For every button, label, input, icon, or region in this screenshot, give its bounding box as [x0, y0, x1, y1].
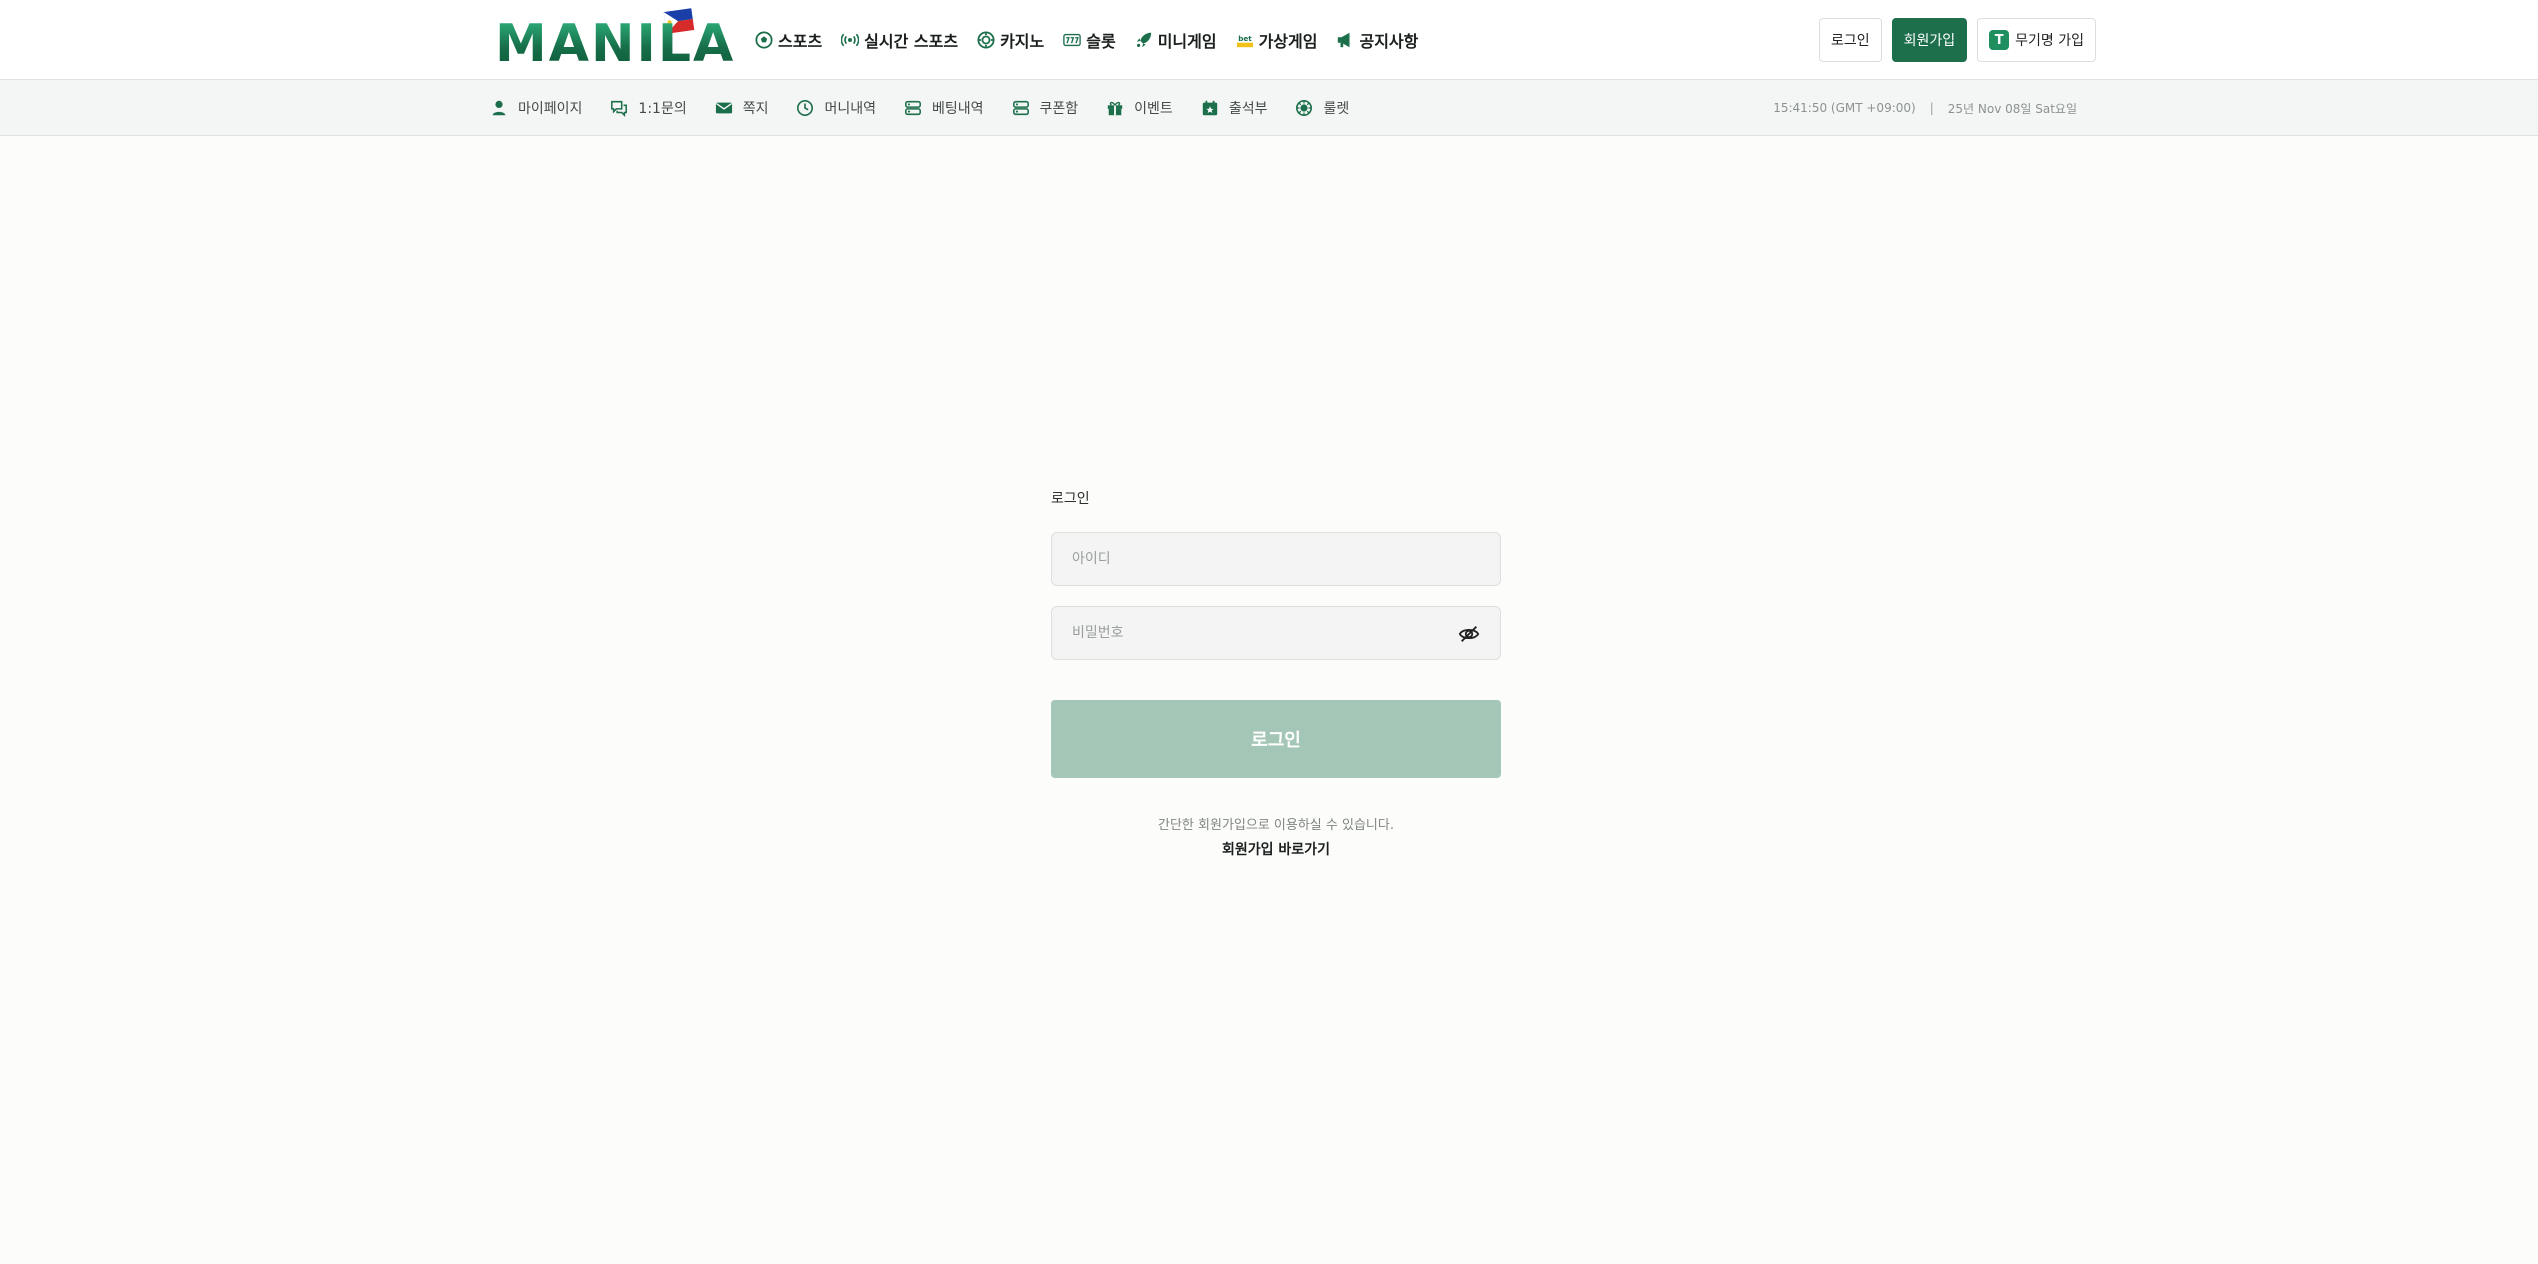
- subnav-messages-label: 쪽지: [742, 101, 769, 117]
- top-header: MANILA 스포츠 실시간 스포츠 카지노 슬롯 미니게임 bet 가상게임: [0, 0, 2538, 80]
- nav-slot-label: 슬롯: [1086, 32, 1116, 51]
- nav-sports[interactable]: 스포츠: [755, 28, 822, 52]
- signup-hint: 간단한 회원가입으로 이용하실 수 있습니다.: [1158, 818, 1394, 833]
- nav-slot[interactable]: 슬롯: [1063, 28, 1116, 52]
- coupon-icon: [1012, 100, 1029, 116]
- nav-minigame-label: 미니게임: [1157, 32, 1217, 51]
- subnav-inquiry-label: 1:1문의: [638, 101, 687, 117]
- casino-chip-icon: [977, 31, 995, 49]
- subnav-bet-history[interactable]: 베팅내역: [904, 98, 984, 118]
- logo-wordmark: MANILA: [495, 14, 736, 74]
- clock-time: 15:41:50 (GMT +09:00): [1773, 101, 1916, 115]
- nav-casino-label: 카지노: [1000, 32, 1045, 51]
- roulette-icon: [1296, 99, 1313, 117]
- bet-icon: bet: [1236, 34, 1253, 48]
- signup-button[interactable]: 회원가입: [1891, 18, 1968, 62]
- subnav-coupon[interactable]: 쿠폰함: [1012, 98, 1079, 118]
- subnav-inquiry[interactable]: 1:1문의: [610, 98, 687, 118]
- nav-casino[interactable]: 카지노: [977, 28, 1044, 52]
- signup-link[interactable]: 회원가입 바로가기: [1051, 839, 1501, 859]
- server-clock: 15:41:50 (GMT +09:00) | 25년 Nov 08일 Sat요…: [1773, 80, 2077, 136]
- gift-icon: [1107, 101, 1123, 116]
- list-icon: [905, 100, 921, 116]
- password-input[interactable]: [1052, 607, 1500, 659]
- id-field-wrapper: [1051, 532, 1501, 586]
- nav-notice-label: 공지사항: [1359, 32, 1419, 51]
- subnav-attendance[interactable]: 출석부: [1201, 98, 1268, 118]
- login-title: 로그인: [1051, 491, 1090, 507]
- anonymous-signup-label: 무기명 가입: [2015, 33, 2084, 49]
- subnav-roulette-label: 룰렛: [1323, 101, 1350, 117]
- mail-icon: [715, 102, 732, 114]
- live-broadcast-icon: [841, 33, 860, 47]
- clock-icon: [797, 99, 814, 117]
- slot-777-icon: [1063, 33, 1082, 47]
- subnav-messages[interactable]: 쪽지: [715, 98, 769, 118]
- login-submit-button[interactable]: 로그인: [1051, 700, 1501, 778]
- subnav-attendance-label: 출석부: [1228, 101, 1268, 117]
- site-logo[interactable]: MANILA: [495, 8, 733, 70]
- subnav-bet-history-label: 베팅내역: [932, 101, 984, 117]
- chat-icon: [611, 100, 628, 117]
- eye-slash-icon[interactable]: [1458, 623, 1480, 645]
- id-input[interactable]: [1052, 533, 1500, 585]
- login-button[interactable]: 로그인: [1818, 18, 1882, 62]
- nav-virtual-game[interactable]: bet 가상게임: [1236, 28, 1318, 52]
- subnav-roulette[interactable]: 룰렛: [1295, 98, 1349, 118]
- nav-minigame[interactable]: 미니게임: [1135, 28, 1217, 52]
- login-form: 로그인 로그인 간단한 회원가입으로 이용하실 수 있습니다. 회원가입 바로가…: [1051, 488, 1501, 859]
- svg-text:bet: bet: [1238, 34, 1252, 43]
- nav-notice[interactable]: 공지사항: [1336, 28, 1418, 52]
- subnav-money-history[interactable]: 머니내역: [796, 98, 876, 118]
- sub-nav: 마이페이지 1:1문의 쪽지 머니내역 베팅내역 쿠폰함 이벤트 출석부 룰렛: [490, 80, 1349, 136]
- password-field-wrapper: [1051, 606, 1501, 660]
- nav-live-sports[interactable]: 실시간 스포츠: [841, 28, 958, 52]
- calendar-star-icon: [1202, 100, 1218, 116]
- auth-buttons: 로그인 회원가입 T 무기명 가입: [1818, 18, 2096, 62]
- anonymous-signup-button[interactable]: T 무기명 가입: [1977, 18, 2096, 62]
- subnav-event[interactable]: 이벤트: [1106, 98, 1173, 118]
- user-icon: [492, 100, 506, 116]
- subnav-event-label: 이벤트: [1134, 101, 1173, 117]
- subnav-coupon-label: 쿠폰함: [1039, 101, 1079, 117]
- rocket-icon: [1136, 32, 1151, 48]
- megaphone-icon: [1338, 32, 1350, 48]
- subnav-mypage[interactable]: 마이페이지: [490, 98, 582, 118]
- telegram-badge-icon: T: [1989, 30, 2010, 50]
- sub-header: 마이페이지 1:1문의 쪽지 머니내역 베팅내역 쿠폰함 이벤트 출석부 룰렛 …: [0, 80, 2538, 136]
- main-nav: 스포츠 실시간 스포츠 카지노 슬롯 미니게임 bet 가상게임 공지사항: [755, 27, 1418, 53]
- nav-virtual-game-label: 가상게임: [1258, 32, 1318, 51]
- subnav-money-history-label: 머니내역: [824, 101, 876, 117]
- soccer-ball-icon: [755, 31, 773, 49]
- nav-sports-label: 스포츠: [778, 32, 823, 51]
- nav-live-sports-label: 실시간 스포츠: [864, 32, 959, 51]
- clock-separator: |: [1929, 101, 1934, 115]
- clock-date: 25년 Nov 08일 Sat요일: [1947, 101, 2077, 116]
- subnav-mypage-label: 마이페이지: [518, 101, 583, 117]
